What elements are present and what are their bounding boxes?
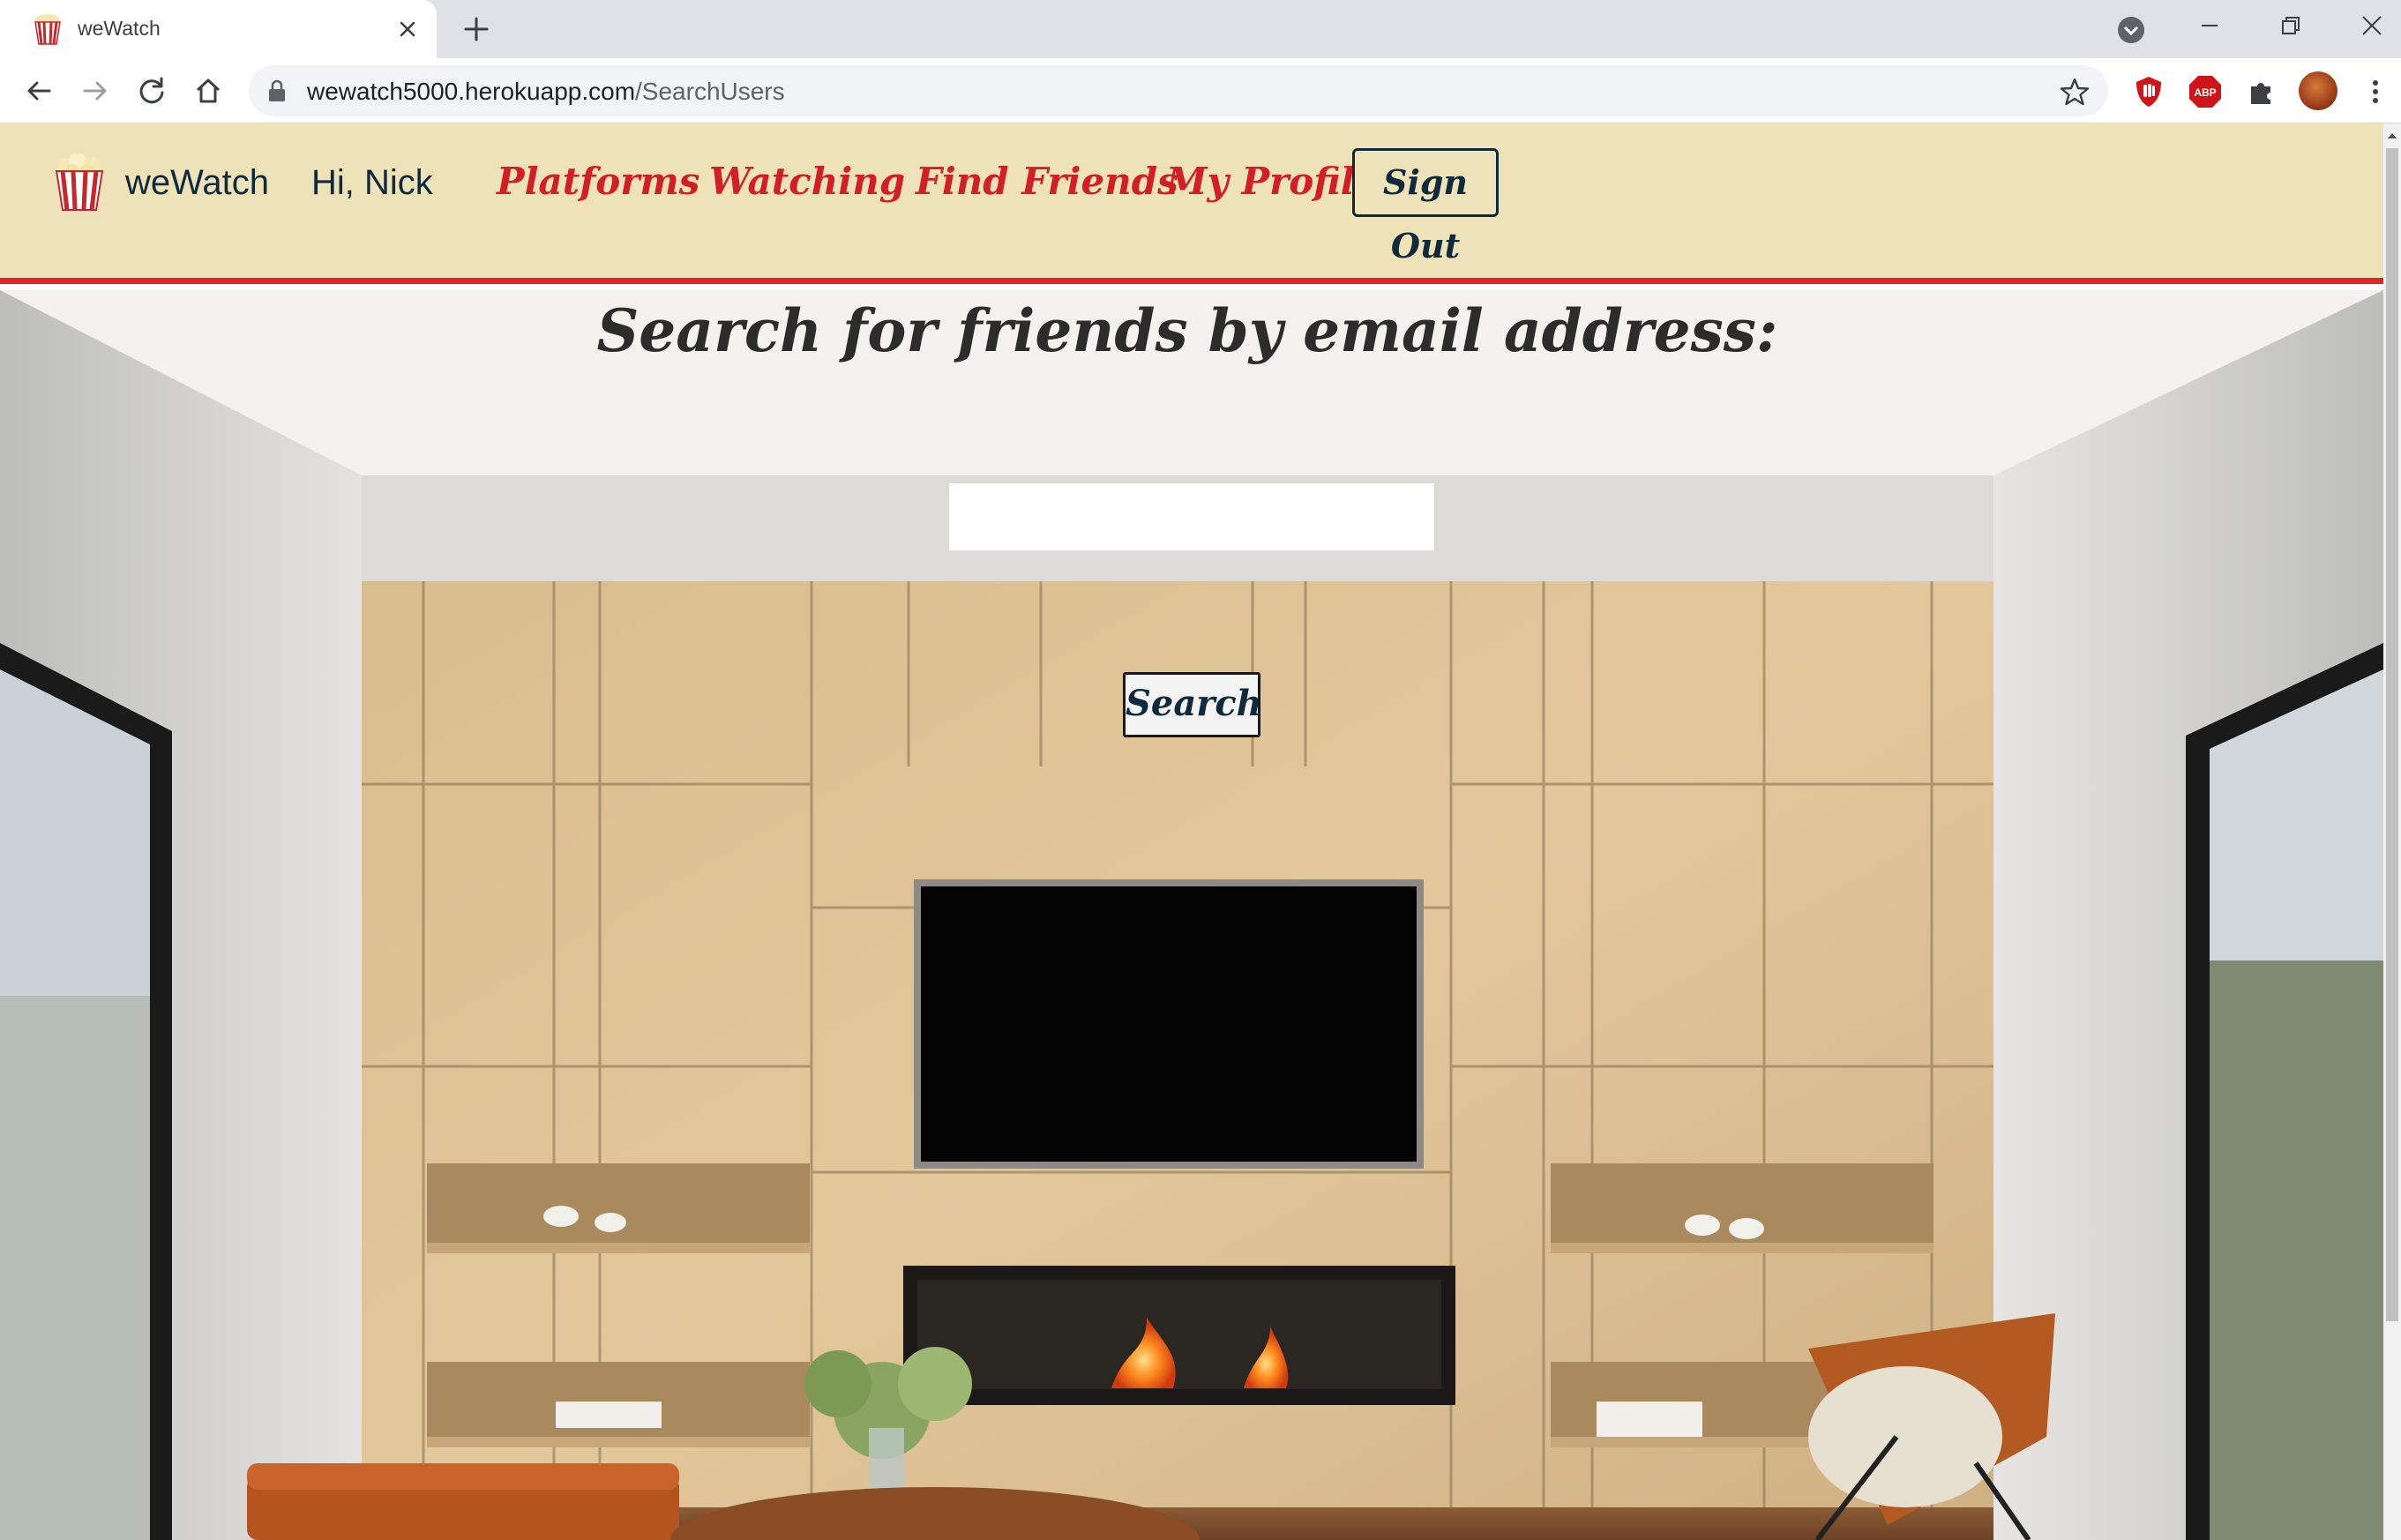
nav-link-my-profile[interactable]: My Profile xyxy=(1166,159,1378,205)
tab-title: weWatch xyxy=(78,17,161,40)
svg-text:ABP: ABP xyxy=(2194,86,2216,99)
close-tab-icon[interactable] xyxy=(394,16,421,42)
more-menu-icon[interactable] xyxy=(2362,76,2389,108)
living-room-background xyxy=(0,290,2383,1540)
scrollbar-thumb[interactable] xyxy=(2386,148,2398,1321)
email-search-input[interactable] xyxy=(949,483,1434,550)
back-icon[interactable] xyxy=(21,73,56,108)
minimize-icon[interactable] xyxy=(2196,12,2223,39)
new-tab-icon[interactable] xyxy=(460,13,492,45)
nav-link-platforms[interactable]: Platforms xyxy=(497,159,699,205)
url-host: wewatch5000.herokuapp.com xyxy=(307,78,636,105)
popcorn-icon xyxy=(34,14,61,45)
lock-icon xyxy=(269,79,285,101)
search-button[interactable]: Search xyxy=(1123,672,1262,737)
bookmark-star-icon[interactable] xyxy=(2059,76,2091,108)
browser-toolbar: wewatch5000.herokuapp.com/SearchUsers xyxy=(0,58,2401,123)
adblock-plus-icon[interactable]: ABP xyxy=(2188,74,2223,109)
reload-icon[interactable] xyxy=(134,73,169,108)
page-viewport: weWatch Hi, Nick Platforms Watching Find… xyxy=(0,123,2401,1540)
url-text: wewatch5000.herokuapp.com/SearchUsers xyxy=(307,78,785,106)
nav-link-watching[interactable]: Watching xyxy=(709,159,905,205)
navbar: weWatch Hi, Nick Platforms Watching Find… xyxy=(0,123,2383,284)
user-greeting: Hi, Nick xyxy=(311,163,433,202)
ublock-icon[interactable] xyxy=(2131,74,2166,109)
tab-search-icon[interactable] xyxy=(2115,14,2147,46)
brand-name[interactable]: weWatch xyxy=(125,161,269,205)
restore-icon[interactable] xyxy=(2278,12,2304,39)
profile-avatar[interactable] xyxy=(2299,71,2337,110)
browser-tab[interactable]: weWatch xyxy=(0,0,437,58)
window-close-icon[interactable] xyxy=(2359,12,2385,39)
address-bar[interactable]: wewatch5000.herokuapp.com/SearchUsers xyxy=(249,65,2108,116)
sign-out-button[interactable]: Sign Out xyxy=(1352,148,1499,265)
popcorn-logo-icon[interactable] xyxy=(51,153,108,212)
nav-link-find-friends[interactable]: Find Friends xyxy=(916,159,1178,205)
scroll-up-arrow-icon[interactable] xyxy=(2385,129,2399,143)
url-path: /SearchUsers xyxy=(635,78,785,105)
puzzle-icon[interactable] xyxy=(2244,74,2279,109)
page-heading: Search for friends by email address: xyxy=(596,296,1778,365)
home-icon[interactable] xyxy=(191,73,226,108)
forward-icon[interactable] xyxy=(78,73,113,108)
tab-strip: weWatch xyxy=(0,0,2401,58)
